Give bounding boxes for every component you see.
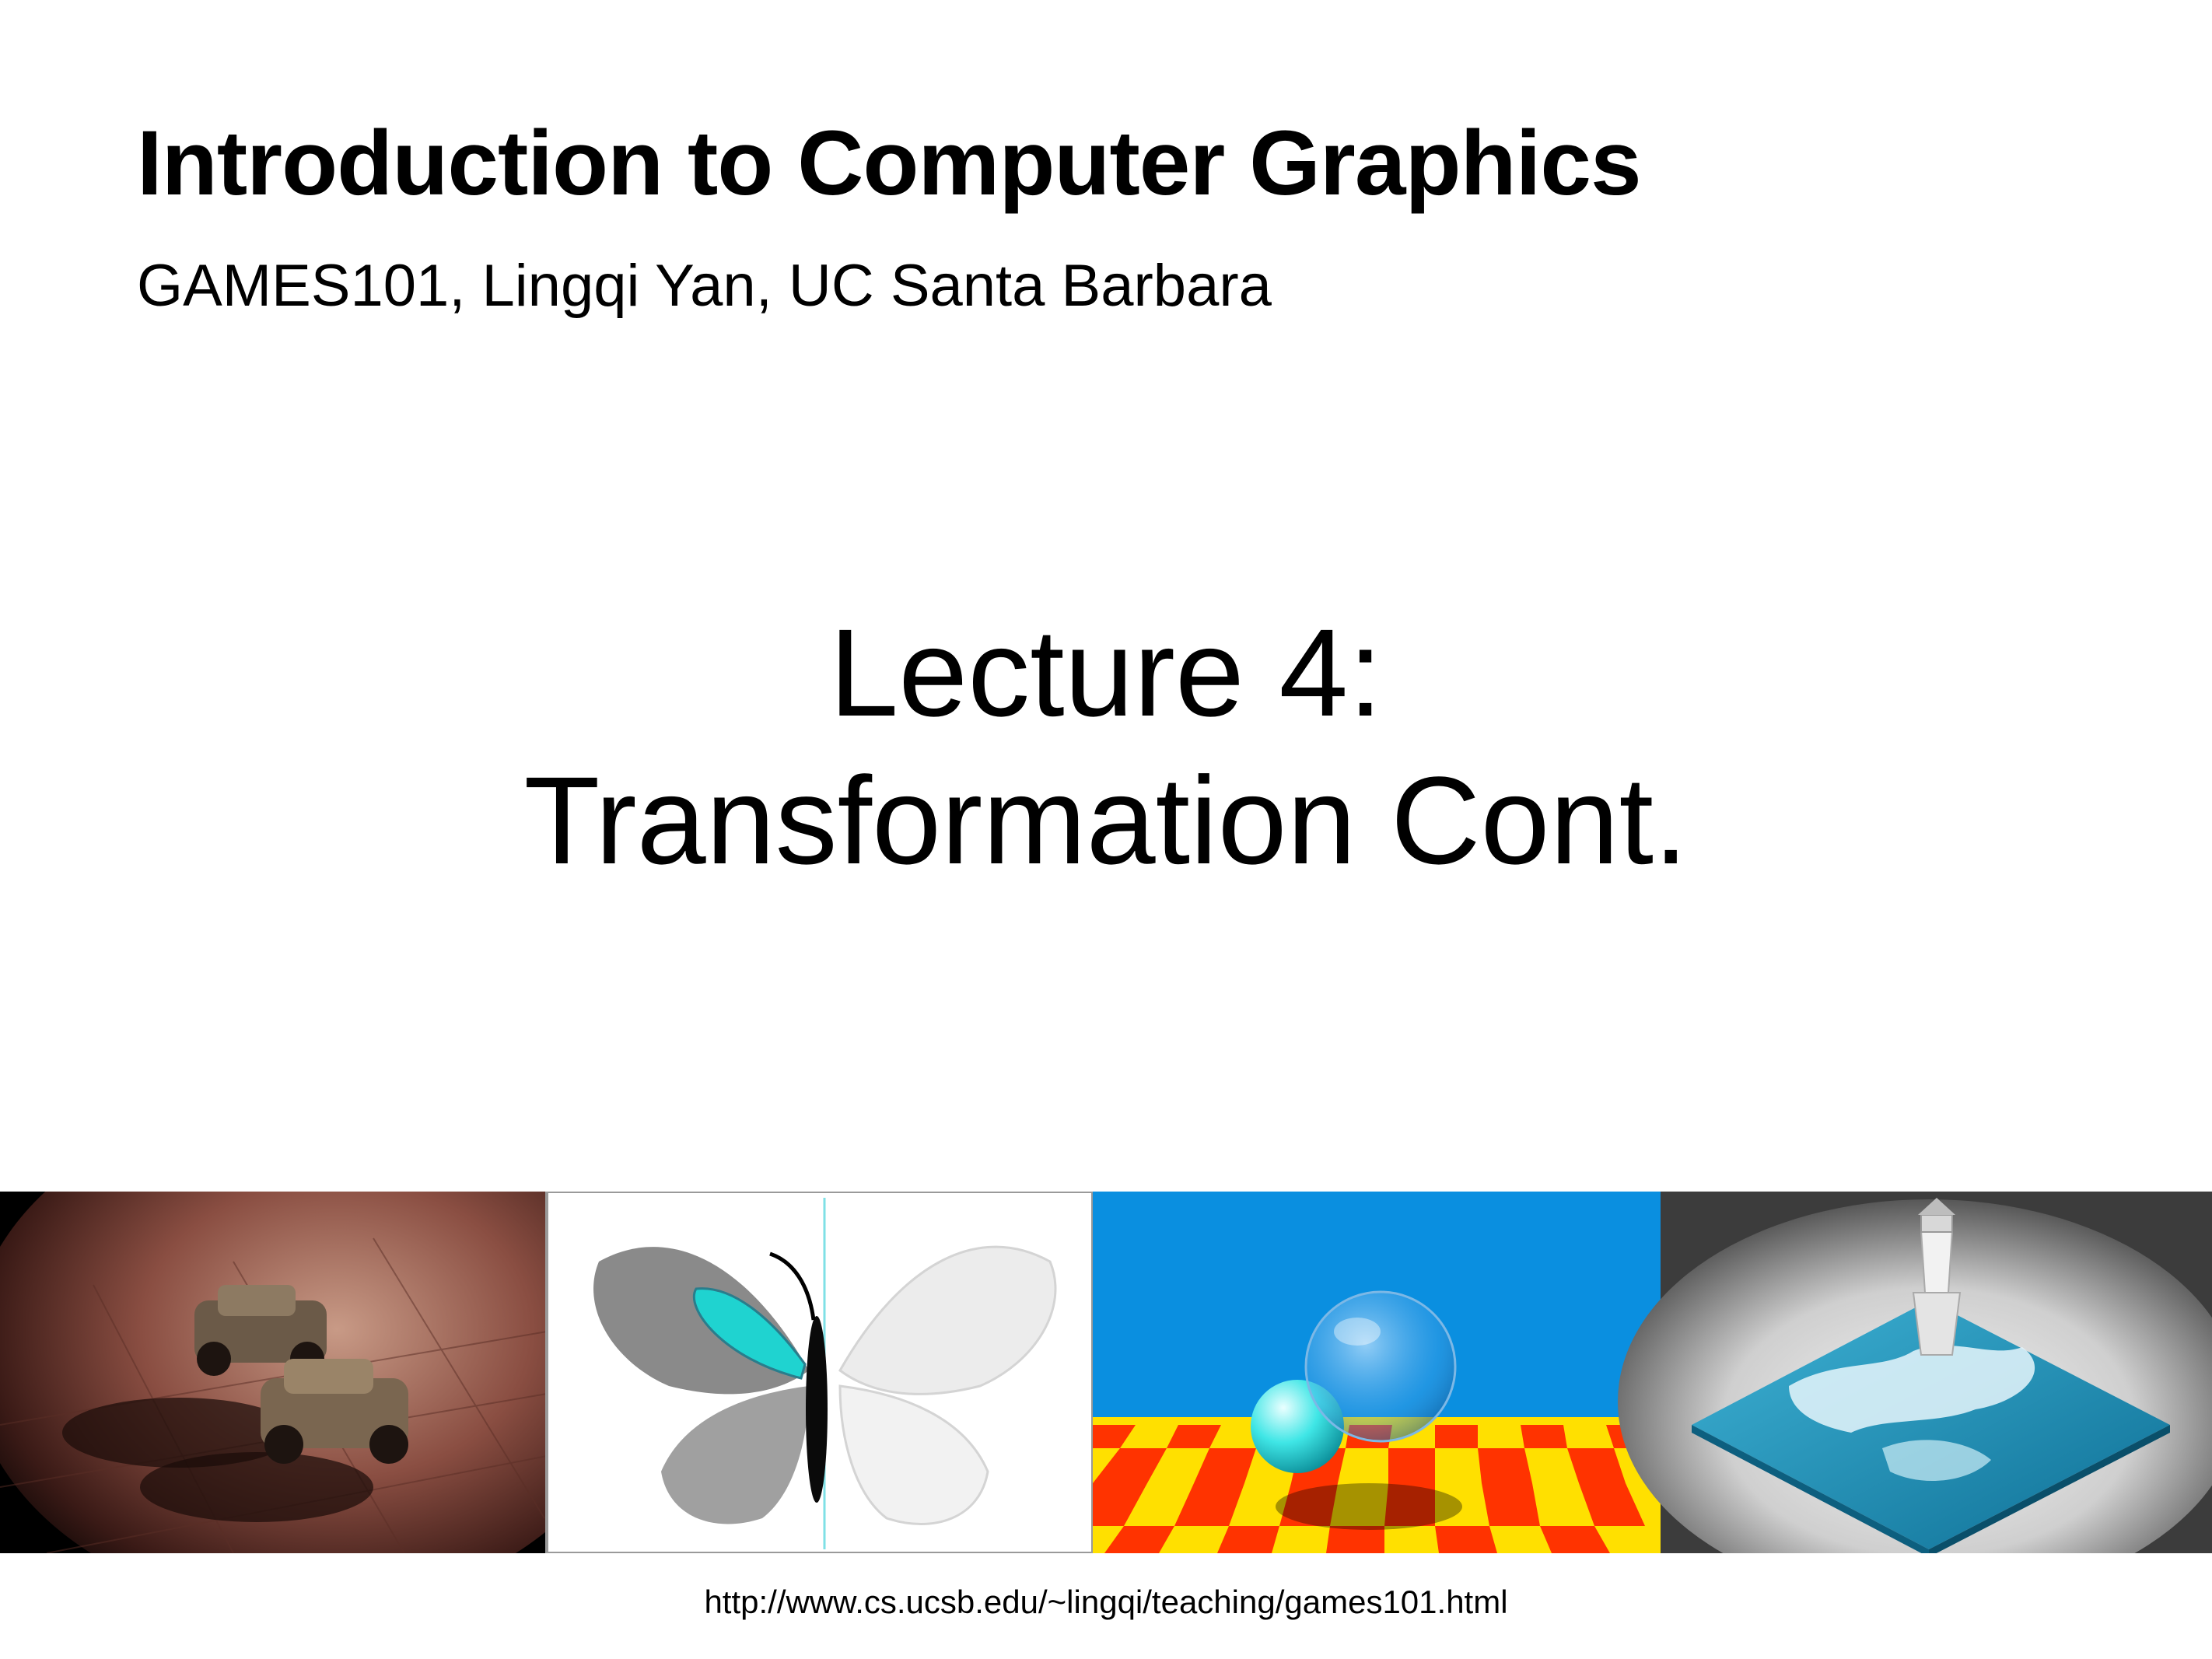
lecture-title: Lecture 4: Transformation Cont. [0,599,2212,894]
lecture-number: Lecture 4: [829,603,1383,742]
toy-cars-render-image [0,1192,638,1553]
lighthouse-water-sim-image [1618,1192,2212,1553]
course-title: Introduction to Computer Graphics [137,112,1642,215]
butterfly-vector-image [545,1192,1094,1553]
ray-traced-spheres-image [1093,1192,1661,1553]
image-strip [0,1192,2212,1553]
course-subtitle: GAMES101, Lingqi Yan, UC Santa Barbara [137,253,1272,319]
course-url: http://www.cs.ucsb.edu/~lingqi/teaching/… [704,1584,1508,1620]
lecture-topic: Transformation Cont. [523,751,1689,890]
